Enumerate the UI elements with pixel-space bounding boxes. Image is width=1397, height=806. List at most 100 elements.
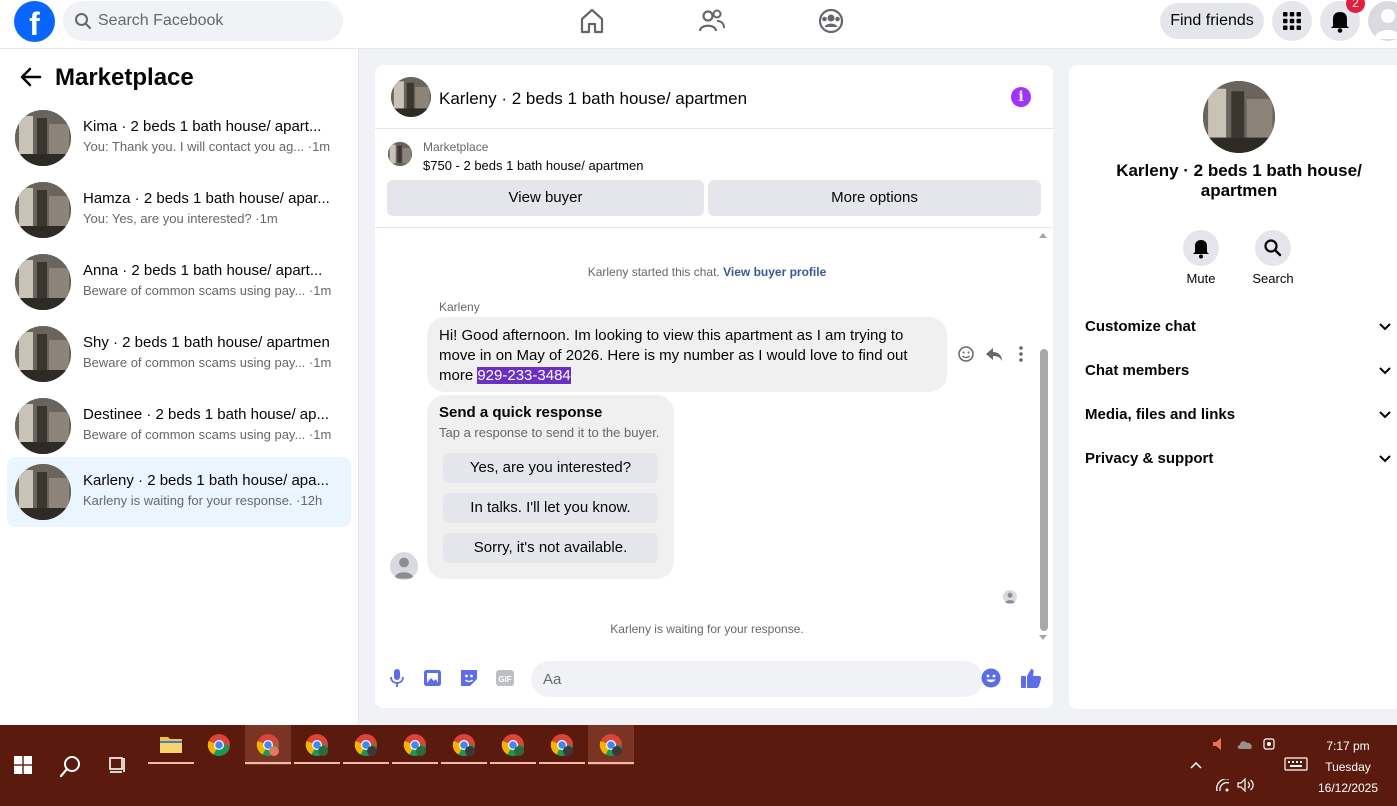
folder-icon — [160, 737, 182, 753]
listing-thumbnail[interactable] — [388, 142, 412, 166]
running-indicator — [490, 762, 536, 764]
conversation-item-shy[interactable]: Shy · 2 beds 1 bath house/ apartmen Bewa… — [7, 319, 351, 389]
search-icon — [1264, 239, 1282, 257]
taskbar-chrome-profile-7[interactable] — [539, 725, 585, 765]
find-friends-button[interactable]: Find friends — [1160, 3, 1264, 39]
back-arrow-icon[interactable] — [18, 64, 44, 90]
meet-now-icon[interactable] — [1262, 737, 1276, 751]
speaker-icon[interactable] — [1237, 778, 1255, 792]
message-input[interactable] — [531, 661, 983, 697]
account-avatar[interactable] — [1368, 1, 1397, 41]
taskbar-chrome-profile-3[interactable] — [343, 725, 389, 765]
more-vertical-icon[interactable] — [1017, 345, 1025, 363]
listing-label: Marketplace — [423, 140, 489, 154]
emoji-icon[interactable] — [980, 667, 1002, 689]
conversation-item-karleny[interactable]: Karleny · 2 beds 1 bath house/ apa... Ka… — [7, 457, 351, 527]
wifi-icon[interactable] — [1215, 779, 1231, 793]
incoming-message-bubble[interactable]: Hi! Good afternoon. Im looking to view t… — [427, 317, 947, 392]
conversation-item-kima[interactable]: Kima · 2 beds 1 bath house/ apart... You… — [7, 103, 351, 173]
mute-label: Mute — [1186, 271, 1216, 286]
media-files-links-section[interactable]: Media, files and links — [1085, 406, 1395, 428]
scroll-down-arrow-icon[interactable] — [1038, 634, 1048, 642]
photo-gallery-icon[interactable] — [422, 667, 444, 689]
gif-icon[interactable]: GIF — [494, 667, 516, 689]
chrome-profile-icon — [305, 734, 328, 756]
sticker-icon[interactable] — [458, 667, 480, 689]
home-icon[interactable] — [578, 7, 606, 35]
menu-grid-button[interactable] — [1272, 1, 1312, 41]
conversation-snippet: You: Yes, are you interested? ·1m — [83, 211, 278, 226]
taskbar-chrome-profile-8[interactable] — [588, 725, 634, 765]
chat-title[interactable]: Karleny · 2 beds 1 bath house/ apartmen — [439, 89, 747, 109]
chrome-profile-icon — [354, 734, 377, 756]
taskbar-file-explorer[interactable] — [148, 725, 194, 765]
quick-response-title: Send a quick response — [439, 404, 603, 421]
windows-start-icon[interactable] — [14, 756, 32, 774]
conversation-item-hamza[interactable]: Hamza · 2 beds 1 bath house/ apar... You… — [7, 175, 351, 245]
more-options-button[interactable]: More options — [708, 180, 1041, 216]
react-emoji-icon[interactable] — [957, 345, 975, 363]
conversation-item-anna[interactable]: Anna · 2 beds 1 bath house/ apart... Bew… — [7, 247, 351, 317]
listing-title[interactable]: $750 - 2 beds 1 bath house/ apartmen — [423, 158, 643, 173]
quick-response-not-available-button[interactable]: Sorry, it's not available. — [443, 533, 658, 563]
microphone-icon[interactable] — [386, 667, 408, 689]
thumbs-up-icon[interactable] — [1019, 666, 1043, 690]
facebook-search-box[interactable] — [63, 1, 343, 41]
chrome-profile-icon — [501, 734, 524, 756]
taskbar-chrome-profile-6[interactable] — [490, 725, 536, 765]
taskbar-chrome-profile-4[interactable] — [392, 725, 438, 765]
view-buyer-button[interactable]: View buyer — [387, 180, 704, 216]
message-scrollbar-thumb[interactable] — [1040, 349, 1048, 631]
running-indicator — [148, 762, 194, 764]
listing-avatar — [15, 464, 71, 520]
volume-muted-icon[interactable] — [1212, 737, 1224, 751]
search-conversation-button[interactable] — [1255, 230, 1291, 266]
sender-avatar[interactable] — [390, 552, 418, 580]
conversation-item-destinee[interactable]: Destinee · 2 beds 1 bath house/ ap... Be… — [7, 391, 351, 461]
running-indicator — [392, 762, 438, 764]
view-buyer-profile-link[interactable]: View buyer profile — [723, 265, 826, 279]
divider — [375, 227, 1053, 228]
scroll-up-arrow-icon[interactable] — [1038, 231, 1048, 239]
windows-taskbar: 7:17 pm Tuesday 16/12/2025 — [0, 725, 1397, 806]
taskbar-chrome-profile-5[interactable] — [441, 725, 487, 765]
conversation-name: Kima · 2 beds 1 bath house/ apart... — [83, 118, 322, 135]
listing-avatar — [15, 110, 71, 166]
taskbar-search-icon[interactable] — [59, 754, 83, 778]
sidebar-title: Marketplace — [55, 64, 194, 91]
quick-response-in-talks-button[interactable]: In talks. I'll let you know. — [443, 493, 658, 523]
facebook-search-input[interactable] — [98, 1, 328, 41]
groups-icon[interactable] — [817, 7, 845, 35]
taskbar-chrome-profile-1[interactable] — [245, 725, 291, 765]
default-avatar-icon — [1374, 9, 1397, 39]
chat-header: Karleny · 2 beds 1 bath house/ apartmen … — [375, 65, 1053, 129]
message-phone-number[interactable]: 929-233-3484 — [477, 367, 571, 384]
conversation-name: Destinee · 2 beds 1 bath house/ ap... — [83, 406, 329, 423]
facebook-logo-icon[interactable]: f — [14, 1, 55, 42]
chevron-up-icon[interactable] — [1189, 760, 1203, 770]
quick-response-yes-button[interactable]: Yes, are you interested? — [443, 453, 658, 483]
chat-started-text: Karleny started this chat. — [587, 265, 720, 279]
search-icon — [75, 13, 91, 29]
taskbar-chrome[interactable] — [196, 725, 242, 765]
listing-avatar — [15, 182, 71, 238]
chrome-profile-icon — [550, 734, 573, 756]
mute-button[interactable] — [1183, 230, 1219, 266]
friends-icon[interactable] — [698, 7, 726, 35]
customize-chat-section[interactable]: Customize chat — [1085, 318, 1395, 340]
section-label: Privacy & support — [1085, 450, 1214, 467]
onedrive-cloud-icon[interactable] — [1236, 738, 1254, 750]
info-icon[interactable]: i — [1011, 87, 1031, 107]
system-clock[interactable]: 7:17 pm Tuesday 16/12/2025 — [1300, 736, 1396, 799]
chat-avatar[interactable] — [391, 77, 431, 117]
reply-icon[interactable] — [985, 345, 1003, 363]
chat-members-section[interactable]: Chat members — [1085, 362, 1395, 384]
taskbar-chrome-profile-2[interactable] — [294, 725, 340, 765]
task-view-icon[interactable] — [108, 755, 128, 775]
bell-icon — [1193, 240, 1209, 259]
privacy-support-section[interactable]: Privacy & support — [1085, 450, 1395, 472]
details-avatar[interactable] — [1203, 81, 1275, 153]
quick-response-subtitle: Tap a response to send it to the buyer. — [439, 425, 660, 440]
section-label: Media, files and links — [1085, 406, 1236, 423]
waiting-notice: Karleny is waiting for your response. — [610, 622, 804, 636]
